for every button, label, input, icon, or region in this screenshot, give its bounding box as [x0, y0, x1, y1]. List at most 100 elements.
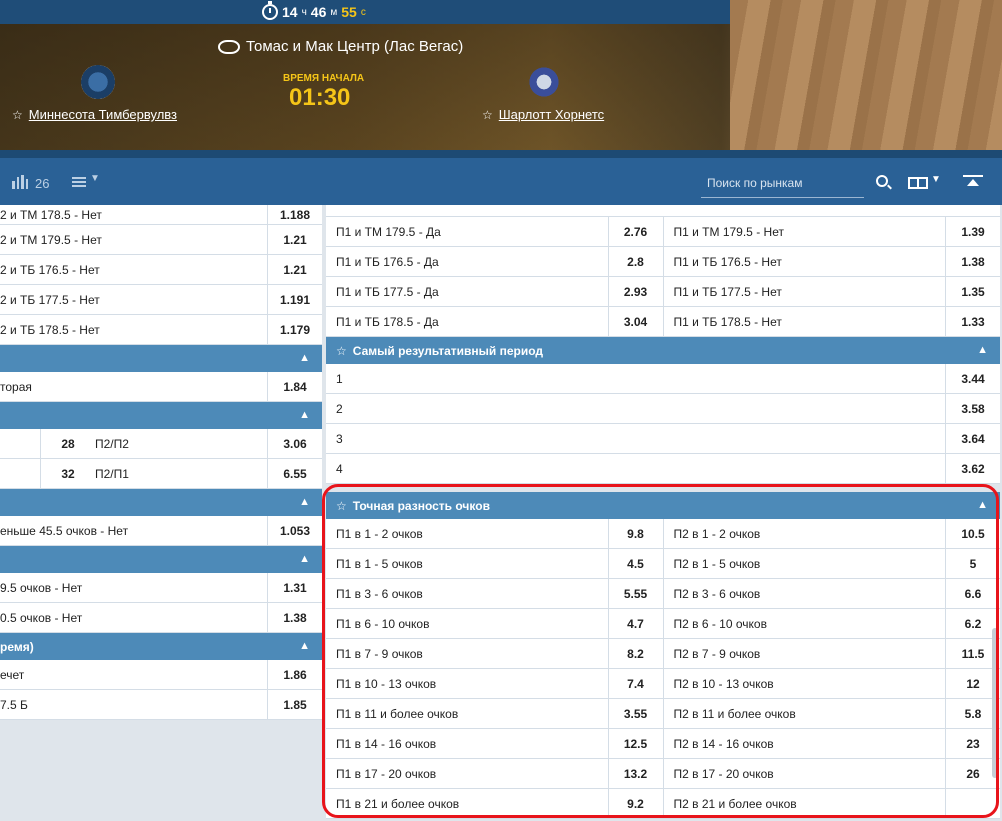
- list-item[interactable]: 2 и ТБ 176.5 - Нет 1.21: [0, 255, 322, 285]
- list-item[interactable]: 0.5 очков - Нет 1.38: [0, 603, 322, 633]
- odds-value[interactable]: 3.62: [945, 454, 1000, 483]
- odds-value[interactable]: 12.5: [607, 729, 663, 758]
- odds-value[interactable]: 3.06: [267, 429, 322, 458]
- list-item[interactable]: 28 П2/П2 3.06: [0, 429, 322, 459]
- odds-value[interactable]: 3.58: [945, 394, 1000, 423]
- list-item[interactable]: 4 3.62: [326, 454, 1000, 484]
- odds-value[interactable]: 9.8: [607, 519, 663, 548]
- list-item[interactable]: еньше 45.5 очков - Нет 1.053: [0, 516, 322, 546]
- odds-value[interactable]: 5: [945, 549, 1000, 578]
- odds-value[interactable]: 1.053: [267, 516, 322, 545]
- favorite-star-icon[interactable]: ☆: [336, 344, 347, 358]
- table-row[interactable]: П1 и ТБ 178.5 - Да 3.04 П1 и ТБ 178.5 - Н…: [326, 307, 1000, 337]
- list-item[interactable]: 2 и ТБ 177.5 - Нет 1.191: [0, 285, 322, 315]
- list-item[interactable]: 2 3.58: [326, 394, 1000, 424]
- odds-value[interactable]: 3.55: [607, 699, 663, 728]
- section-header[interactable]: ☆ Точная разность очков ▲: [326, 492, 1000, 519]
- section-header[interactable]: ▲: [0, 546, 322, 573]
- odds-value[interactable]: [945, 789, 1000, 818]
- list-view-icon[interactable]: [72, 177, 86, 187]
- odds-value[interactable]: 4.7: [607, 609, 663, 638]
- table-row[interactable]: П1 и ТБ 176.5 - Да 2.8 П1 и ТБ 176.5 - Не…: [326, 247, 1000, 277]
- table-row[interactable]: П1 в 11 и более очков 3.55 П2 в 11 и более…: [326, 699, 1000, 729]
- chevron-up-icon[interactable]: ▲: [299, 409, 310, 421]
- list-item[interactable]: 2 и ТБ 178.5 - Нет 1.179: [0, 315, 322, 345]
- chevron-up-icon[interactable]: ▲: [299, 352, 310, 364]
- odds-value[interactable]: 4.5: [607, 549, 663, 578]
- odds-value[interactable]: 32: [40, 459, 95, 488]
- odds-value[interactable]: 3.64: [945, 424, 1000, 453]
- odds-value[interactable]: 5.55: [607, 579, 663, 608]
- odds-value[interactable]: 8.2: [607, 639, 663, 668]
- odds-value[interactable]: 1.191: [267, 285, 322, 314]
- odds-value[interactable]: 13.2: [607, 759, 663, 788]
- odds-value[interactable]: 1.85: [267, 690, 322, 719]
- odds-value[interactable]: 2.76: [607, 217, 663, 246]
- home-team-name[interactable]: Миннесота Тимбервулвз: [29, 107, 177, 122]
- section-header[interactable]: ▲: [0, 345, 322, 372]
- section-header[interactable]: ☆ Самый результативный период ▲: [326, 337, 1000, 364]
- odds-value[interactable]: 1.86: [267, 660, 322, 689]
- odds-value[interactable]: 1.35: [945, 277, 1000, 306]
- chevron-up-icon[interactable]: ▲: [299, 496, 310, 508]
- list-item[interactable]: 1 3.44: [326, 364, 1000, 394]
- section-header[interactable]: ▲: [0, 489, 322, 516]
- odds-value[interactable]: 28: [40, 429, 95, 458]
- table-row[interactable]: П1 в 1 - 5 очков 4.5 П2 в 1 - 5 очков 5: [326, 549, 1000, 579]
- odds-value[interactable]: 1.21: [267, 225, 322, 254]
- favorite-star-icon[interactable]: ☆: [12, 108, 23, 122]
- odds-value[interactable]: 6.55: [267, 459, 322, 488]
- market-count-icon[interactable]: [12, 175, 28, 189]
- chevron-up-icon[interactable]: ▲: [977, 344, 988, 356]
- list-item[interactable]: ечет 1.86: [0, 660, 322, 690]
- odds-value[interactable]: 3.44: [945, 364, 1000, 393]
- away-team-name[interactable]: Шарлотт Хорнетс: [499, 107, 604, 122]
- odds-value[interactable]: 1.39: [945, 217, 1000, 246]
- odds-value[interactable]: 1.31: [267, 573, 322, 602]
- list-item[interactable]: 32 П2/П1 6.55: [0, 459, 322, 489]
- section-header[interactable]: ремя) ▲: [0, 633, 322, 660]
- table-row[interactable]: П1 в 3 - 6 очков 5.55 П2 в 3 - 6 очков 6.6: [326, 579, 1000, 609]
- scrollbar-thumb[interactable]: [992, 628, 998, 778]
- odds-value[interactable]: 1.38: [267, 603, 322, 632]
- home-team[interactable]: ☆ Миннесота Тимбервулвз: [12, 107, 177, 122]
- odds-value[interactable]: 1.33: [945, 307, 1000, 336]
- table-row[interactable]: П1 в 10 - 13 очков 7.4 П2 в 10 - 13 очков 1…: [326, 669, 1000, 699]
- list-item[interactable]: торая 1.84: [0, 372, 322, 402]
- favorite-star-icon[interactable]: ☆: [482, 108, 493, 122]
- chevron-down-icon[interactable]: ▼: [931, 174, 941, 185]
- list-item[interactable]: 3 3.64: [326, 424, 1000, 454]
- table-row[interactable]: П1 в 1 - 2 очков 9.8 П2 в 1 - 2 очков 10.5: [326, 519, 1000, 549]
- odds-value[interactable]: 1.38: [945, 247, 1000, 276]
- odds-value[interactable]: 9.2: [607, 789, 663, 818]
- table-row[interactable]: П1 и ТБ 177.5 - Да 2.93 П1 и ТБ 177.5 - Н…: [326, 277, 1000, 307]
- chevron-up-icon[interactable]: ▲: [977, 499, 988, 511]
- odds-value[interactable]: 1.179: [267, 315, 322, 344]
- chevron-down-icon[interactable]: ▼: [90, 173, 100, 184]
- section-header[interactable]: ▲: [0, 402, 322, 429]
- search-icon[interactable]: [876, 175, 888, 187]
- odds-value[interactable]: 10.5: [945, 519, 1000, 548]
- away-team[interactable]: ☆ Шарлотт Хорнетс: [482, 107, 604, 122]
- favorite-star-icon[interactable]: ☆: [336, 499, 347, 513]
- collapse-all-icon[interactable]: [963, 175, 983, 191]
- odds-value[interactable]: 2.93: [607, 277, 663, 306]
- table-row[interactable]: П1 в 7 - 9 очков 8.2 П2 в 7 - 9 очков 11.5: [326, 639, 1000, 669]
- odds-value[interactable]: 3.04: [607, 307, 663, 336]
- list-item[interactable]: 2 и ТМ 178.5 - Нет 1.188: [0, 205, 322, 225]
- odds-value[interactable]: 2.8: [607, 247, 663, 276]
- table-row[interactable]: П1 в 14 - 16 очков 12.5 П2 в 14 - 16 очков…: [326, 729, 1000, 759]
- table-row[interactable]: П1 и ТМ 179.5 - Да 2.76 П1 и ТМ 179.5 - Н…: [326, 217, 1000, 247]
- columns-layout-icon[interactable]: [908, 177, 928, 189]
- list-item[interactable]: 2 и ТМ 179.5 - Нет 1.21: [0, 225, 322, 255]
- odds-value[interactable]: 1.84: [267, 372, 322, 401]
- odds-value[interactable]: 7.4: [607, 669, 663, 698]
- chevron-up-icon[interactable]: ▲: [299, 640, 310, 652]
- odds-value[interactable]: 1.21: [267, 255, 322, 284]
- market-search-input[interactable]: Поиск по рынкам: [701, 170, 864, 198]
- list-item[interactable]: 7.5 Б 1.85: [0, 690, 322, 720]
- table-row[interactable]: П1 в 6 - 10 очков 4.7 П2 в 6 - 10 очков 6.2: [326, 609, 1000, 639]
- odds-value[interactable]: 1.188: [267, 205, 322, 224]
- chevron-up-icon[interactable]: ▲: [299, 553, 310, 565]
- table-row[interactable]: П1 в 17 - 20 очков 13.2 П2 в 17 - 20 очков…: [326, 759, 1000, 789]
